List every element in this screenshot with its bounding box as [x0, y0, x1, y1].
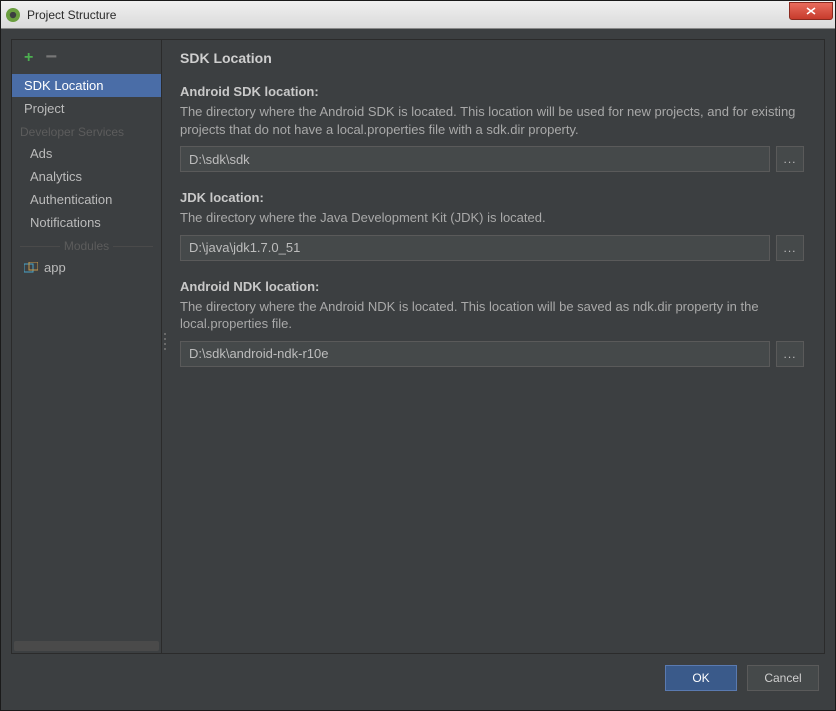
android-ndk-browse-button[interactable]: ...	[776, 341, 804, 367]
android-ndk-path-input[interactable]	[180, 341, 770, 367]
sidebar-item-analytics[interactable]: Analytics	[12, 165, 161, 188]
android-sdk-browse-button[interactable]: ...	[776, 146, 804, 172]
module-icon	[24, 262, 38, 274]
sidebar-item-authentication[interactable]: Authentication	[12, 188, 161, 211]
sidebar: + − SDK Location Project Developer Servi…	[12, 40, 162, 653]
dialog-body: + − SDK Location Project Developer Servi…	[1, 29, 835, 710]
sidebar-item-sdk-location[interactable]: SDK Location	[12, 74, 161, 97]
sidebar-list: SDK Location Project Developer Services …	[12, 74, 161, 641]
window-title: Project Structure	[27, 8, 116, 22]
section-android-sdk: Android SDK location: The directory wher…	[180, 84, 804, 172]
window-close-button[interactable]	[789, 2, 833, 20]
add-icon[interactable]: +	[24, 50, 33, 66]
ok-button[interactable]: OK	[665, 665, 737, 691]
jdk-title: JDK location:	[180, 190, 804, 205]
page-title: SDK Location	[180, 50, 804, 66]
sidebar-scrollbar[interactable]	[14, 641, 159, 651]
sidebar-item-notifications[interactable]: Notifications	[12, 211, 161, 234]
sidebar-tools: + −	[12, 40, 161, 74]
android-sdk-path-input[interactable]	[180, 146, 770, 172]
section-jdk: JDK location: The directory where the Ja…	[180, 190, 804, 261]
content-pane: SDK Location Android SDK location: The d…	[162, 40, 824, 653]
project-structure-window: Project Structure + − SDK Location Proje…	[0, 0, 836, 711]
main-row: + − SDK Location Project Developer Servi…	[11, 39, 825, 654]
dialog-footer: OK Cancel	[11, 654, 825, 702]
android-sdk-title: Android SDK location:	[180, 84, 804, 99]
module-label: app	[44, 260, 66, 275]
splitter-grip[interactable]	[162, 330, 168, 358]
android-ndk-desc: The directory where the Android NDK is l…	[180, 298, 804, 333]
android-ndk-title: Android NDK location:	[180, 279, 804, 294]
sidebar-item-project[interactable]: Project	[12, 97, 161, 120]
sidebar-header-modules: Modules	[12, 234, 161, 256]
cancel-button[interactable]: Cancel	[747, 665, 819, 691]
sidebar-header-developer-services: Developer Services	[12, 120, 161, 142]
section-android-ndk: Android NDK location: The directory wher…	[180, 279, 804, 367]
sidebar-item-module-app[interactable]: app	[12, 256, 161, 279]
remove-icon[interactable]: −	[45, 47, 57, 67]
jdk-path-input[interactable]	[180, 235, 770, 261]
titlebar: Project Structure	[1, 1, 835, 29]
jdk-browse-button[interactable]: ...	[776, 235, 804, 261]
android-sdk-desc: The directory where the Android SDK is l…	[180, 103, 804, 138]
android-studio-icon	[5, 7, 21, 23]
sidebar-item-ads[interactable]: Ads	[12, 142, 161, 165]
jdk-desc: The directory where the Java Development…	[180, 209, 804, 227]
